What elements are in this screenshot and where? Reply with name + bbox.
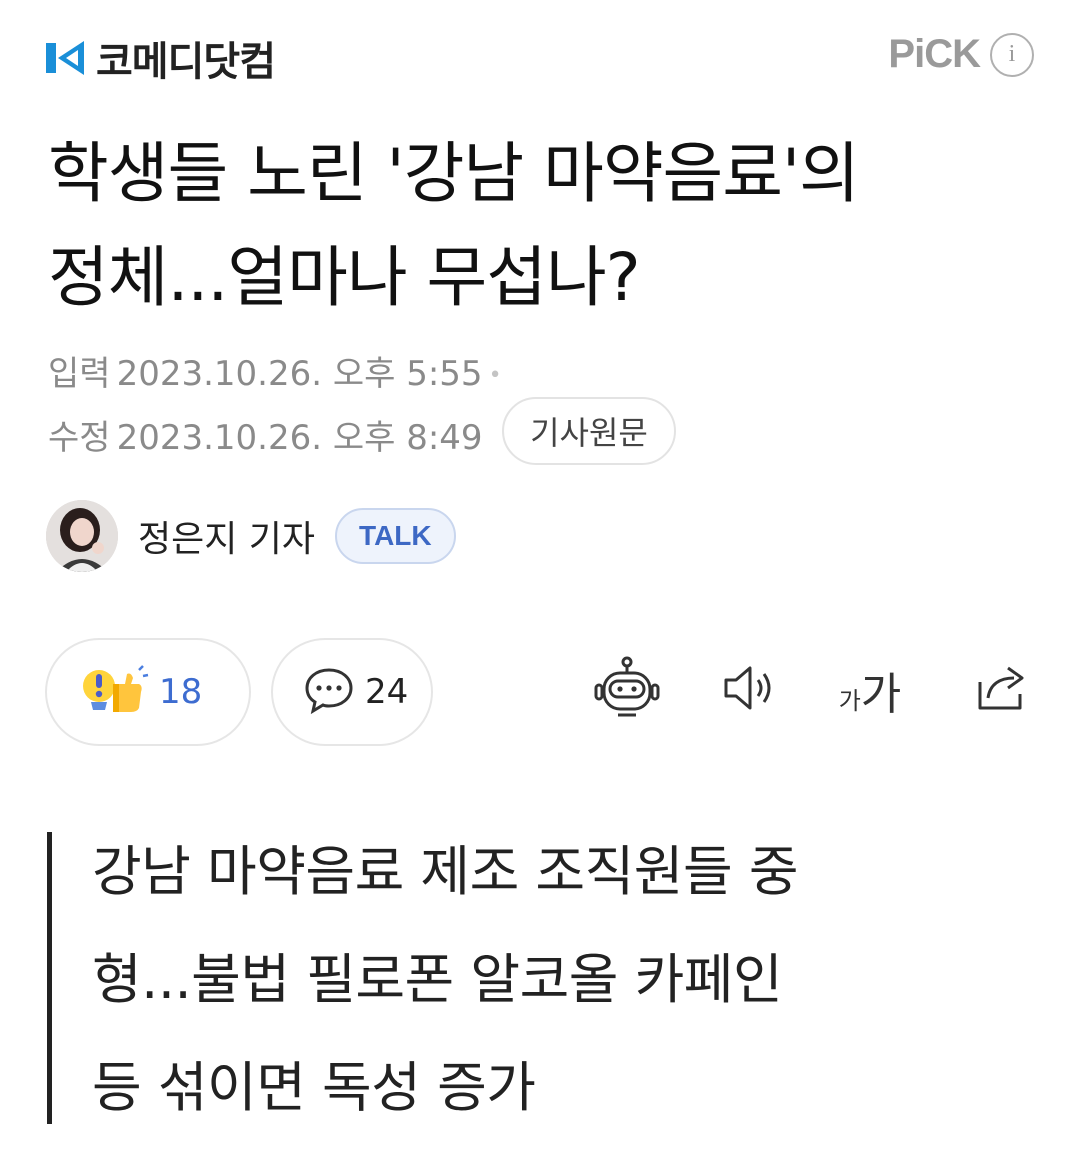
subheadline-line: 형...불법 필로폰 알코올 카페인 <box>92 948 783 1011</box>
speaker-icon <box>718 658 778 722</box>
article-headline: 학생들 노린 '강남 마약음료'의 정체...얼마나 무섭나? <box>48 122 1048 330</box>
reaction-count: 18 <box>159 672 203 712</box>
subheadline-bar <box>47 832 52 1124</box>
font-big-glyph: 가 <box>860 669 902 720</box>
share-button[interactable] <box>962 652 1038 728</box>
reaction-icon <box>81 662 149 722</box>
reporter-info[interactable]: 정은지 기자 TALK <box>46 500 456 572</box>
top-bar: 코메디닷컴 PiCK i <box>0 0 1080 110</box>
subheadline-line: 등 섞이면 독성 증가 <box>92 1056 536 1119</box>
reporter-avatar[interactable] <box>46 500 118 572</box>
pick-badge[interactable]: PiCK i <box>888 32 1034 77</box>
text-to-speech-button[interactable] <box>710 652 786 728</box>
press-logo-icon <box>44 35 90 81</box>
share-icon <box>970 658 1030 722</box>
headline-line: 정체...얼마나 무섭나? <box>48 239 641 316</box>
subheadline-line: 강남 마약음료 제조 조직원들 중 <box>92 840 799 903</box>
modified-value: 2023.10.26. 오후 8:49 <box>116 418 483 458</box>
font-size-button[interactable]: 가가 <box>832 652 908 728</box>
reaction-button[interactable]: 18 <box>45 638 251 746</box>
comment-button[interactable]: 24 <box>271 638 433 746</box>
font-size-icon: 가가 <box>839 658 902 722</box>
pick-label: PiCK <box>888 32 981 76</box>
modified-label: 수정 <box>48 418 111 458</box>
comment-count: 24 <box>365 672 409 712</box>
article-page: 코메디닷컴 PiCK i 학생들 노린 '강남 마약음료'의 정체...얼마나 … <box>0 0 1080 1175</box>
reporter-name[interactable]: 정은지 기자 <box>138 510 315 562</box>
separator-dot: • <box>488 363 502 388</box>
headline-line: 학생들 노린 '강남 마약음료'의 <box>48 135 860 212</box>
published-value: 2023.10.26. 오후 5:55 <box>116 354 483 394</box>
robot-summary-icon <box>592 653 662 727</box>
press-logo[interactable]: 코메디닷컴 <box>44 30 276 86</box>
published-time: 입력 2023.10.26. 오후 5:55 • <box>48 346 502 395</box>
summary-bot-button[interactable] <box>589 652 665 728</box>
talk-button[interactable]: TALK <box>335 508 456 564</box>
press-logo-text: 코메디닷컴 <box>96 39 276 85</box>
comment-icon <box>303 664 355 720</box>
font-small-glyph: 가 <box>838 687 861 715</box>
modified-time: 수정 2023.10.26. 오후 8:49 <box>48 410 483 459</box>
published-label: 입력 <box>48 354 111 394</box>
original-article-button[interactable]: 기사원문 <box>502 397 676 465</box>
info-icon[interactable]: i <box>990 32 1034 77</box>
article-subheadline: 강남 마약음료 제조 조직원들 중 형...불법 필로폰 알코올 카페인 등 섞… <box>92 818 992 1142</box>
